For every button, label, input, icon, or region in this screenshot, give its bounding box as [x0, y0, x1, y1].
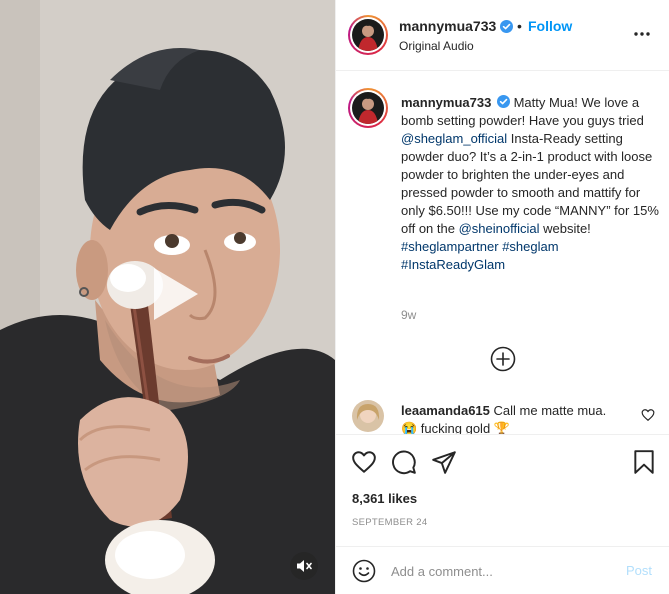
paper-plane-icon[interactable] [431, 449, 457, 475]
plus-circle-icon[interactable] [490, 346, 516, 372]
bookmark-icon[interactable] [631, 449, 657, 475]
hashtag-sheglampartner[interactable]: #sheglampartner [401, 239, 499, 254]
verified-badge-icon [500, 19, 514, 33]
commenter-username[interactable]: leaamanda615 [401, 403, 490, 418]
caption-author-avatar[interactable] [348, 88, 388, 128]
comment-body-line-2: 😭 fucking gold 🏆 [401, 421, 510, 434]
comment-bubble-icon[interactable] [391, 449, 417, 475]
hashtag-instareadyglam[interactable]: #InstaReadyGlam [401, 257, 505, 272]
video-player[interactable] [0, 0, 335, 594]
post-details-panel: mannymua733 • Follow Original Audio mann… [335, 0, 669, 594]
smiley-icon[interactable] [352, 559, 376, 583]
caption-time-ago[interactable]: 9w [401, 308, 416, 322]
comment-input[interactable] [391, 561, 611, 581]
verified-badge-icon [496, 95, 510, 108]
comment-like-heart-icon[interactable] [641, 408, 655, 422]
comment-body: Call me matte mua. [493, 403, 607, 418]
mention-sheinofficial[interactable]: @sheinofficial [459, 221, 540, 236]
comment-item: leaamanda615 Call me matte mua. 😭 fuckin… [336, 398, 669, 434]
comments-scroll-area[interactable]: mannymua733 Matty Mua! We love a bomb se… [336, 72, 669, 434]
mention-sheglam-official[interactable]: @sheglam_official [401, 131, 507, 146]
commenter-avatar[interactable] [352, 400, 384, 432]
header-separator: • [517, 18, 522, 34]
post-header: mannymua733 • Follow Original Audio [336, 0, 669, 71]
post-actions: 8,361 likes SEPTEMBER 24 [336, 434, 669, 546]
more-options-icon[interactable] [632, 26, 652, 42]
hashtag-sheglam[interactable]: #sheglam [502, 239, 558, 254]
comment-text: leaamanda615 Call me matte mua. 😭 fuckin… [401, 402, 633, 434]
play-icon[interactable] [140, 262, 204, 326]
caption-text-part-3: website! [539, 221, 591, 236]
follow-button[interactable]: Follow [528, 18, 572, 34]
author-avatar[interactable] [348, 15, 388, 55]
add-comment-bar: Post [336, 546, 669, 594]
author-username[interactable]: mannymua733 [399, 18, 514, 34]
author-username-text[interactable]: mannymua733 [399, 18, 496, 34]
caption-username[interactable]: mannymua733 [401, 95, 491, 110]
audio-label[interactable]: Original Audio [399, 39, 474, 53]
likes-count[interactable]: 8,361 likes [352, 491, 417, 506]
heart-icon[interactable] [351, 449, 377, 475]
muted-speaker-icon[interactable] [290, 552, 318, 580]
post-date[interactable]: SEPTEMBER 24 [352, 517, 427, 528]
post-caption: mannymua733 Matty Mua! We love a bomb se… [401, 94, 659, 274]
post-comment-button[interactable]: Post [626, 563, 652, 578]
